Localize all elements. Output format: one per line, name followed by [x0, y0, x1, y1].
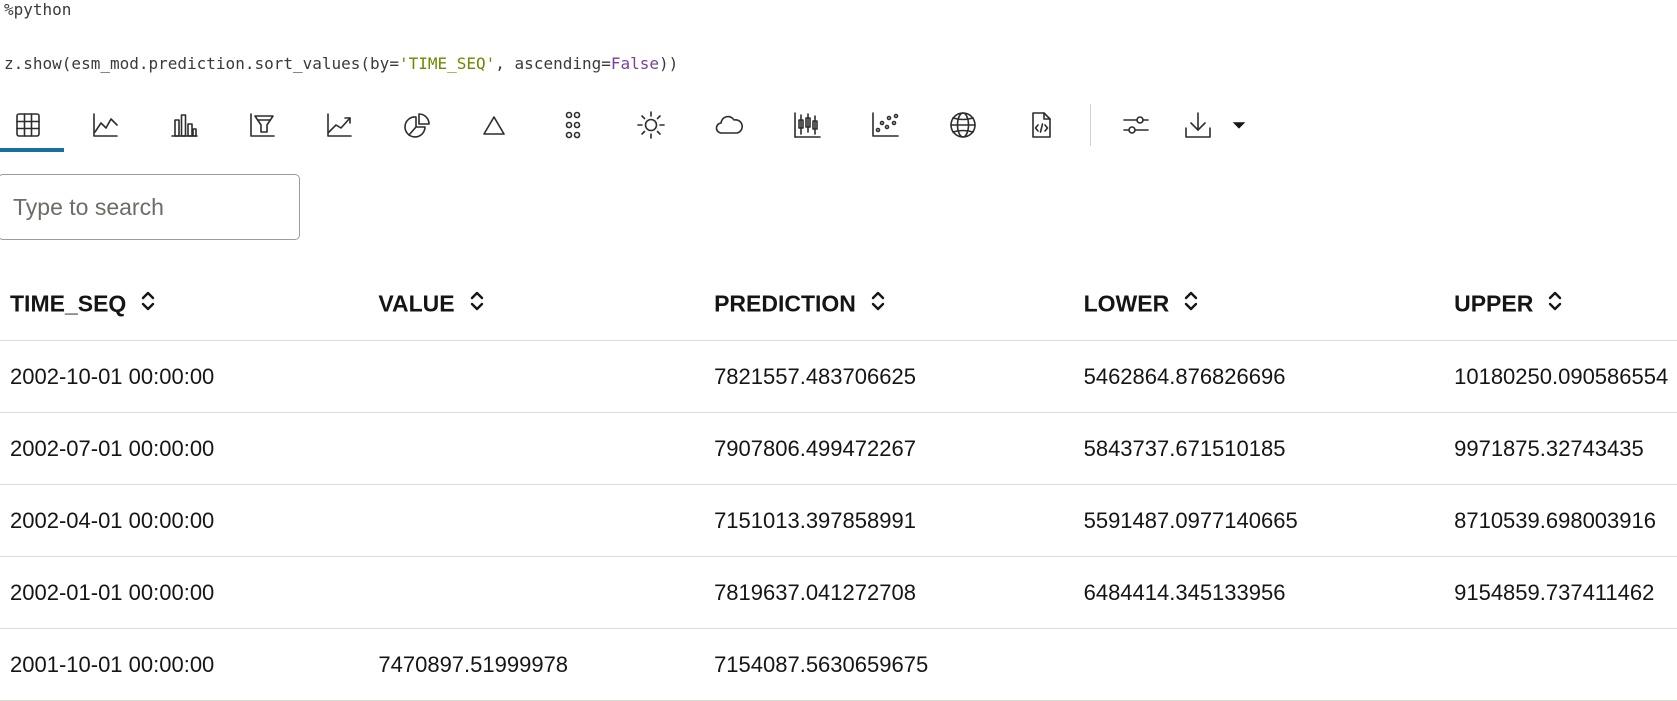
- pie-chart-button[interactable]: [386, 100, 448, 150]
- sort-icon[interactable]: [140, 289, 156, 319]
- visualization-toolbar: [0, 100, 1677, 152]
- code-line-show: z.show(esm_mod.prediction.sort_values(by…: [4, 54, 679, 73]
- tag-cloud-button[interactable]: [698, 100, 760, 150]
- map-button[interactable]: [932, 100, 994, 150]
- table-view-button[interactable]: [0, 100, 59, 150]
- line-chart-button[interactable]: [74, 100, 136, 150]
- toolbar-divider: [1090, 104, 1091, 146]
- box-plot-button[interactable]: [776, 100, 838, 150]
- column-header-time-seq[interactable]: TIME_SEQ: [0, 268, 379, 341]
- custom-code-button[interactable]: [1010, 100, 1072, 150]
- cell-value: [378, 412, 715, 485]
- sunburst-icon: [637, 111, 665, 139]
- cell-prediction: 7154087.5630659675: [714, 628, 1084, 701]
- dot-matrix-icon: [565, 111, 581, 139]
- cell-lower: [1083, 628, 1455, 701]
- data-table: TIME_SEQ VALUE PREDICTION LOWER UPPER 20…: [0, 268, 1677, 701]
- cell-value: 7470897.51999978: [378, 628, 715, 701]
- cell-value: [378, 340, 715, 413]
- pie-chart-icon: [404, 113, 430, 138]
- map-globe-icon: [950, 112, 976, 138]
- cell-time-seq: 2002-07-01 00:00:00: [0, 412, 379, 485]
- cell-time-seq: 2002-01-01 00:00:00: [0, 556, 379, 629]
- chevron-down-icon: [1232, 122, 1246, 129]
- cell-lower: 5843737.671510185: [1083, 412, 1455, 485]
- table-row: 2001-10-01 00:00:00 7470897.51999978 715…: [0, 628, 1677, 701]
- cell-upper: 9971875.32743435: [1454, 412, 1677, 485]
- bar-chart-button[interactable]: [153, 100, 215, 150]
- line-chart-icon: [93, 113, 118, 137]
- table-row: 2002-04-01 00:00:00 7151013.397858991 55…: [0, 484, 1677, 557]
- download-menu-toggle[interactable]: [1222, 100, 1256, 150]
- cell-upper: 10180250.090586554: [1454, 340, 1677, 413]
- cell-value: [378, 484, 715, 557]
- settings-sliders-icon: [1123, 116, 1149, 134]
- code-line-magic: %python: [4, 0, 72, 19]
- table-icon: [16, 113, 40, 137]
- cell-upper: [1454, 628, 1677, 701]
- table-row: 2002-01-01 00:00:00 7819637.041272708 64…: [0, 556, 1677, 629]
- code-file-icon: [1032, 112, 1051, 138]
- active-tab-indicator: [0, 148, 64, 152]
- cell-prediction: 7819637.041272708: [714, 556, 1084, 629]
- cell-upper: 8710539.698003916: [1454, 484, 1677, 557]
- column-header-prediction[interactable]: PREDICTION: [714, 268, 1084, 341]
- cell-value: [378, 556, 715, 629]
- tag-cloud-icon: [715, 115, 743, 134]
- funnel-chart-button[interactable]: [231, 100, 293, 150]
- sort-icon[interactable]: [1547, 289, 1563, 319]
- download-button[interactable]: [1170, 100, 1226, 150]
- area-chart-button[interactable]: [308, 100, 370, 150]
- sort-icon[interactable]: [870, 289, 886, 319]
- cell-time-seq: 2002-04-01 00:00:00: [0, 484, 379, 557]
- table-header-row: TIME_SEQ VALUE PREDICTION LOWER UPPER: [0, 268, 1677, 341]
- scatter-chart-button[interactable]: [854, 100, 916, 150]
- column-header-value[interactable]: VALUE: [378, 268, 715, 341]
- scatter-chart-icon: [872, 112, 899, 137]
- cell-prediction: 7907806.499472267: [714, 412, 1084, 485]
- cell-upper: 9154859.737411462: [1454, 556, 1677, 629]
- download-icon: [1185, 112, 1211, 138]
- pyramid-chart-icon: [483, 116, 505, 135]
- search-input[interactable]: [0, 174, 300, 240]
- column-header-lower[interactable]: LOWER: [1083, 268, 1455, 341]
- sunburst-button[interactable]: [620, 100, 682, 150]
- funnel-chart-icon: [250, 113, 275, 137]
- sort-icon[interactable]: [1183, 289, 1199, 319]
- bar-chart-icon: [171, 114, 198, 137]
- sort-icon[interactable]: [469, 289, 485, 319]
- cell-prediction: 7151013.397858991: [714, 484, 1084, 557]
- cell-lower: 5591487.0977140665: [1083, 484, 1455, 557]
- column-header-upper[interactable]: UPPER: [1454, 268, 1677, 341]
- cell-prediction: 7821557.483706625: [714, 340, 1084, 413]
- table-row: 2002-10-01 00:00:00 7821557.483706625 54…: [0, 340, 1677, 413]
- cell-lower: 5462864.876826696: [1083, 340, 1455, 413]
- cell-time-seq: 2002-10-01 00:00:00: [0, 340, 379, 413]
- cell-time-seq: 2001-10-01 00:00:00: [0, 628, 379, 701]
- settings-button[interactable]: [1105, 100, 1167, 150]
- pyramid-chart-button[interactable]: [463, 100, 525, 150]
- box-plot-icon: [794, 112, 821, 138]
- cell-lower: 6484414.345133956: [1083, 556, 1455, 629]
- dot-matrix-button[interactable]: [542, 100, 604, 150]
- table-row: 2002-07-01 00:00:00 7907806.499472267 58…: [0, 412, 1677, 485]
- area-chart-icon: [327, 113, 352, 137]
